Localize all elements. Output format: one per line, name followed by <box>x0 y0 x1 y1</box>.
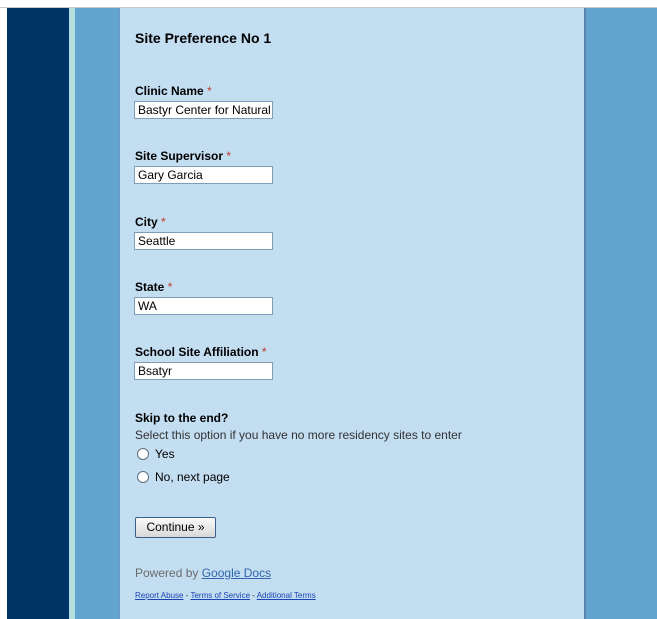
state-label: State * <box>135 280 172 294</box>
google-docs-link[interactable]: Google Docs <box>202 566 271 580</box>
left-margin <box>0 8 7 619</box>
site-supervisor-input[interactable]: Gary Garcia <box>134 166 273 184</box>
city-label: City * <box>135 215 166 229</box>
radio-option-yes[interactable]: Yes <box>137 447 175 461</box>
terms-of-service-link[interactable]: Terms of Service <box>190 591 250 600</box>
skip-question-help: Select this option if you have no more r… <box>135 428 462 442</box>
required-asterisk: * <box>226 149 232 163</box>
additional-terms-link[interactable]: Additional Terms <box>257 591 316 600</box>
clinic-name-label: Clinic Name * <box>135 84 212 98</box>
radio-option-label: Yes <box>155 447 175 461</box>
powered-by: Powered by Google Docs <box>135 566 271 580</box>
required-asterisk: * <box>261 345 267 359</box>
clinic-name-input[interactable]: Bastyr Center for Natural H <box>134 101 273 119</box>
powered-by-text: Powered by <box>135 566 199 580</box>
school-site-affiliation-label: School Site Affiliation * <box>135 345 267 359</box>
radio-button[interactable] <box>137 448 149 460</box>
state-input[interactable]: WA <box>134 297 273 315</box>
site-supervisor-label-text: Site Supervisor <box>135 149 224 163</box>
report-abuse-link[interactable]: Report Abuse <box>135 591 183 600</box>
footer-separator: - <box>250 591 257 600</box>
radio-button[interactable] <box>137 471 149 483</box>
radio-option-no-next-page[interactable]: No, next page <box>137 470 230 484</box>
required-asterisk: * <box>161 215 166 229</box>
page-title: Site Preference No 1 <box>135 30 272 46</box>
clinic-name-label-text: Clinic Name <box>135 84 204 98</box>
city-input[interactable]: Seattle <box>134 232 273 250</box>
city-label-text: City <box>135 215 158 229</box>
left-navy-stripe <box>7 8 69 619</box>
site-supervisor-label: Site Supervisor * <box>135 149 231 163</box>
state-label-text: State <box>135 280 165 294</box>
radio-option-label: No, next page <box>155 470 230 484</box>
required-asterisk: * <box>167 280 173 294</box>
skip-question-title: Skip to the end? <box>135 411 229 425</box>
school-site-affiliation-label-text: School Site Affiliation <box>135 345 259 359</box>
window-top-border <box>0 0 657 8</box>
required-asterisk: * <box>207 84 212 98</box>
continue-button[interactable]: Continue » <box>135 517 216 538</box>
school-site-affiliation-input[interactable]: Bsatyr <box>134 362 273 380</box>
footer-links: Report Abuse - Terms of Service - Additi… <box>135 591 316 600</box>
